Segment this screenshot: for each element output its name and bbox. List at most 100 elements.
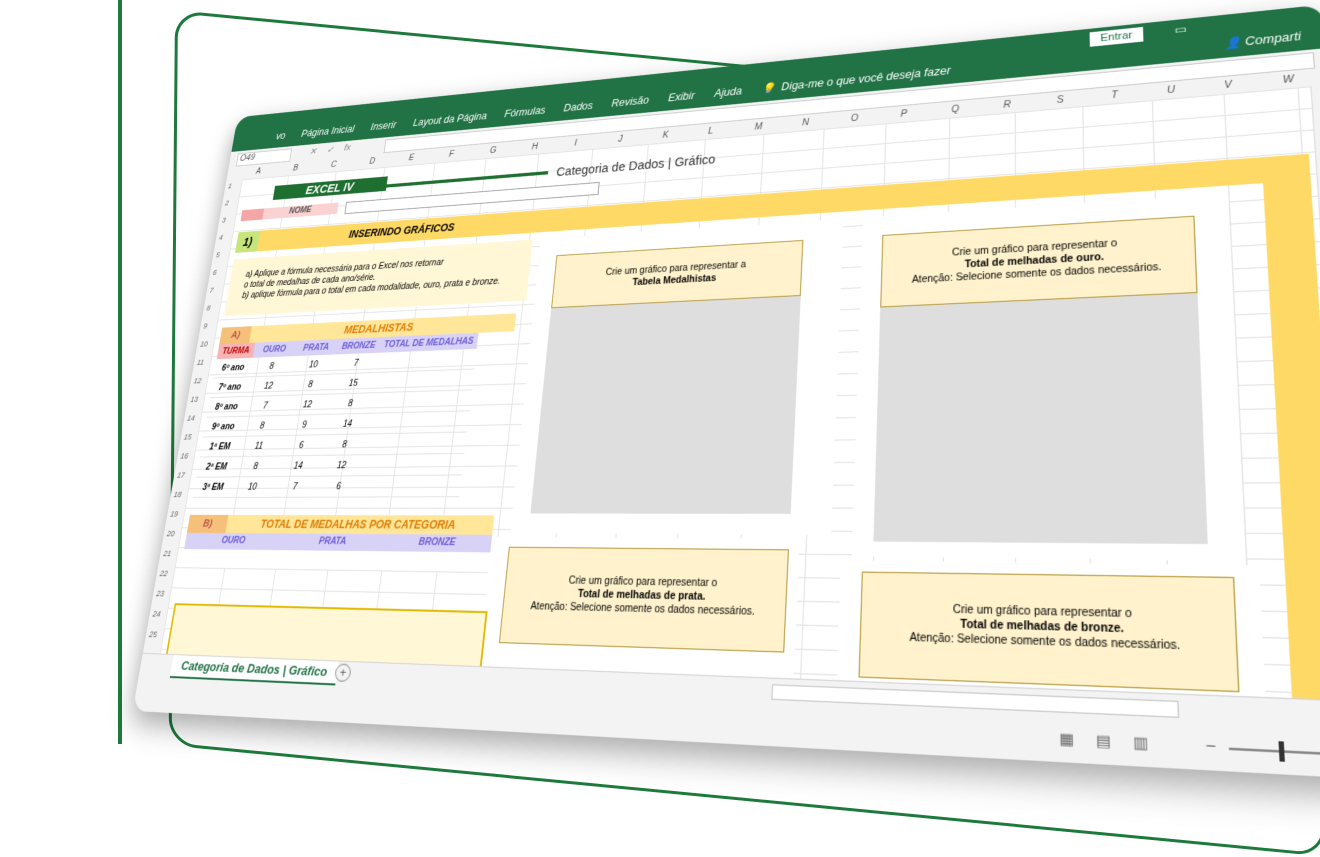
cell-prata[interactable]: 9 [282, 414, 328, 435]
header-ouro-total[interactable]: OURO [184, 533, 283, 550]
column-header[interactable]: T [1111, 90, 1118, 101]
cell-bronze[interactable]: 15 [330, 372, 376, 394]
cell-ouro[interactable]: 7 [243, 395, 288, 416]
cell-bronze[interactable]: 8 [327, 393, 373, 415]
row-header[interactable]: 22 [159, 569, 168, 578]
cell-prata[interactable]: 14 [275, 455, 321, 476]
sign-in-button[interactable]: Entrar [1090, 27, 1144, 47]
cell-prata[interactable]: 7 [272, 476, 318, 497]
function-icon[interactable]: fx [343, 143, 351, 154]
cancel-icon[interactable]: ✕ [309, 146, 317, 157]
chart-placeholder-ouro[interactable] [873, 293, 1207, 544]
zoom-out-icon[interactable]: − [1205, 735, 1216, 756]
row-header[interactable]: 24 [152, 609, 161, 618]
row-header[interactable]: 16 [180, 452, 189, 461]
tab-layout-da-pagina[interactable]: Layout da Página [412, 110, 487, 128]
cell-bronze[interactable]: 7 [333, 353, 379, 374]
cell-prata[interactable]: 12 [285, 394, 331, 415]
cell-ouro[interactable]: 10 [230, 477, 275, 498]
row-header[interactable]: 14 [187, 414, 196, 423]
tab-pagina-inicial[interactable]: Página Inicial [301, 123, 356, 139]
row-header[interactable]: 18 [173, 490, 182, 499]
row-header[interactable]: 23 [156, 589, 165, 598]
cell-turma[interactable]: 2ª EM [196, 457, 236, 478]
cell-turma[interactable]: 7º ano [210, 377, 249, 398]
column-header[interactable]: S [1057, 95, 1064, 106]
column-header[interactable]: W [1283, 74, 1295, 86]
header-prata-total[interactable]: PRATA [281, 533, 385, 551]
tab-inserir[interactable]: Inserir [370, 119, 397, 132]
tab-revisao[interactable]: Revisão [611, 94, 649, 109]
column-header[interactable]: P [900, 109, 907, 119]
row-header[interactable]: 11 [196, 358, 204, 367]
cell-turma[interactable]: 6º ano [213, 358, 252, 378]
column-header[interactable]: V [1224, 80, 1232, 91]
zoom-slider-handle[interactable] [1278, 741, 1284, 762]
column-header[interactable]: C [330, 160, 337, 169]
column-header[interactable]: F [448, 150, 454, 159]
column-header[interactable]: E [408, 153, 414, 162]
zoom-slider[interactable] [1229, 748, 1320, 756]
tab-ajuda[interactable]: Ajuda [714, 85, 742, 100]
cell-turma[interactable]: 3ª EM [193, 477, 233, 498]
column-header[interactable]: I [574, 139, 577, 148]
tab-exibir[interactable]: Exibir [668, 90, 695, 104]
column-header[interactable]: K [662, 131, 669, 141]
header-turma[interactable]: TURMA [217, 343, 255, 360]
row-header[interactable]: 6 [212, 268, 217, 276]
cell-total[interactable] [362, 453, 464, 475]
column-header[interactable]: B [292, 164, 298, 173]
row-header[interactable]: 19 [170, 510, 179, 519]
add-sheet-icon[interactable]: + [334, 663, 352, 682]
cell-bronze[interactable]: 12 [318, 455, 365, 476]
row-header[interactable]: 5 [215, 251, 220, 259]
cell-total[interactable] [359, 475, 462, 497]
header-bronze-total[interactable]: BRONZE [383, 534, 492, 552]
column-header[interactable]: Q [951, 104, 959, 115]
row-header[interactable]: 17 [177, 471, 186, 480]
cell-bronze[interactable]: 8 [321, 434, 368, 455]
page-break-view-icon[interactable]: ▥ [1129, 734, 1152, 752]
column-header[interactable]: H [531, 142, 538, 152]
cell-turma[interactable]: 9º ano [203, 416, 243, 437]
cell-ouro[interactable]: 8 [233, 456, 278, 477]
cell-total[interactable] [365, 432, 467, 455]
cell-bronze[interactable]: 14 [324, 413, 371, 435]
row-header[interactable]: 20 [166, 529, 175, 538]
column-header[interactable]: A [255, 167, 261, 176]
cell-bronze[interactable]: 6 [315, 476, 362, 497]
cell-total[interactable] [368, 411, 469, 434]
row-header[interactable]: 2 [225, 199, 230, 207]
row-header[interactable]: 10 [200, 340, 209, 349]
cell-ouro[interactable]: 12 [246, 375, 291, 396]
cell-ouro[interactable]: 8 [250, 356, 294, 377]
row-header[interactable]: 21 [163, 549, 172, 558]
row-header[interactable]: 9 [203, 322, 208, 330]
row-header[interactable]: 13 [190, 395, 199, 404]
column-header[interactable]: N [802, 118, 809, 128]
tab-arquivo[interactable]: vo [275, 130, 286, 142]
cell-prata[interactable]: 10 [291, 354, 336, 375]
row-header[interactable]: 1 [228, 182, 233, 190]
normal-view-icon[interactable]: ▦ [1056, 730, 1078, 748]
column-header[interactable]: G [489, 146, 496, 156]
tab-dados[interactable]: Dados [563, 100, 593, 114]
cell-ouro[interactable]: 8 [240, 415, 285, 436]
cell-total[interactable] [371, 390, 472, 413]
column-header[interactable]: D [369, 157, 376, 166]
page-layout-view-icon[interactable]: ▤ [1092, 732, 1115, 750]
column-header[interactable]: O [851, 113, 859, 123]
row-header[interactable]: 12 [193, 376, 202, 385]
row-header[interactable]: 25 [148, 630, 157, 640]
row-header[interactable]: 8 [206, 304, 211, 312]
cell-prata[interactable]: 6 [278, 435, 324, 456]
row-header[interactable]: 3 [221, 216, 226, 224]
chart-placeholder-tabela[interactable] [530, 296, 800, 514]
row-header[interactable]: 4 [218, 233, 223, 241]
cell-turma[interactable]: 1ª EM [200, 436, 240, 457]
column-header[interactable]: U [1167, 85, 1175, 96]
column-header[interactable]: J [618, 135, 623, 145]
column-header[interactable]: M [754, 122, 762, 132]
tab-formulas[interactable]: Fórmulas [504, 104, 546, 119]
row-header[interactable]: 15 [183, 433, 192, 442]
